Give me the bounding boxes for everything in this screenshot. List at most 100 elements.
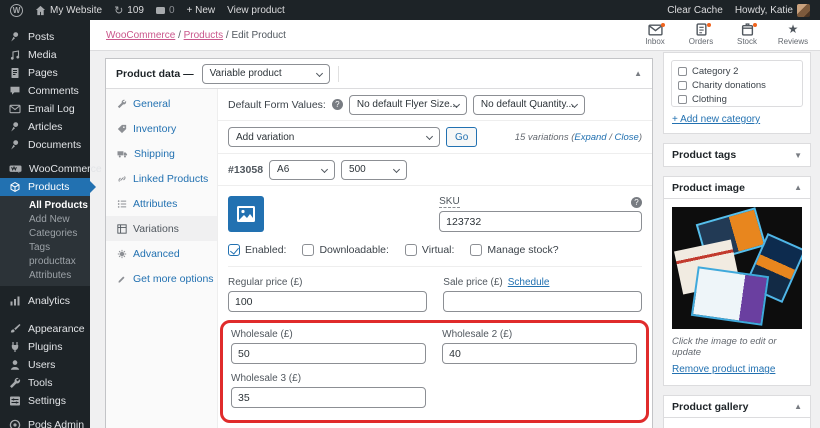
tab-general[interactable]: General xyxy=(106,91,217,116)
regular-price-input[interactable] xyxy=(228,291,427,312)
schedule-link[interactable]: Schedule xyxy=(508,277,550,288)
sidebar-item-woocommerce[interactable]: WooCommerce xyxy=(0,160,102,178)
wholesale-2-input[interactable] xyxy=(442,343,637,364)
category-checkbox-item[interactable]: Clothing xyxy=(678,92,796,106)
chevron-down-icon xyxy=(425,132,434,141)
sidebar-item-users[interactable]: Users xyxy=(0,356,90,374)
sidebar-item-pods-admin[interactable]: Pods Admin xyxy=(0,416,90,428)
sidebar-item-products[interactable]: Products xyxy=(0,178,96,196)
sku-label: SKU xyxy=(439,196,460,208)
close-link[interactable]: Close xyxy=(615,132,639,143)
add-variation-select[interactable]: Add variation xyxy=(228,127,440,147)
activity-inbox-button[interactable]: Inbox xyxy=(636,23,674,46)
brush-icon xyxy=(10,324,21,333)
comments-menu[interactable]: 0 xyxy=(155,5,175,16)
comments-icon xyxy=(155,6,165,14)
submenu-tags[interactable]: Tags xyxy=(0,240,90,254)
sale-price-input[interactable] xyxy=(443,291,642,312)
product-data-panel: Product data — Variable product ▲ Genera… xyxy=(105,58,653,428)
products-icon xyxy=(10,182,20,192)
sidebar-item-comments[interactable]: Comments xyxy=(0,82,90,100)
breadcrumb: WooCommerce / Products / Edit Product xyxy=(106,30,286,41)
sidebar-item-articles[interactable]: Articles xyxy=(0,118,90,136)
tab-get-more-options[interactable]: Get more options xyxy=(106,266,217,291)
category-checkbox-item[interactable]: Category 2 xyxy=(678,64,796,78)
tab-advanced[interactable]: Advanced xyxy=(106,241,217,266)
variation-attribute-1-select[interactable]: A6 xyxy=(269,159,336,180)
wholesale-3-input[interactable] xyxy=(231,387,426,408)
virtual-checkbox[interactable]: Virtual: xyxy=(404,244,454,256)
product-tags-panel: Product tags ▼ xyxy=(663,143,811,167)
submenu-all-products[interactable]: All Products xyxy=(0,198,90,212)
tag-icon xyxy=(117,124,127,133)
updates-menu[interactable]: ↻ 109 xyxy=(114,4,144,17)
tab-linked-products[interactable]: Linked Products xyxy=(106,166,217,191)
list-icon xyxy=(117,199,127,208)
panel-toggle-icon[interactable]: ▲ xyxy=(794,183,802,192)
wordpress-logo-icon[interactable]: W xyxy=(10,3,23,17)
default-attribute-2-select[interactable]: No default Quantity... xyxy=(472,94,585,115)
activity-stock-button[interactable]: Stock xyxy=(728,23,766,46)
updates-icon: ↻ xyxy=(114,4,124,17)
breadcrumb-woocommerce-link[interactable]: WooCommerce xyxy=(106,30,175,41)
sidebar-item-appearance[interactable]: Appearance xyxy=(0,320,90,338)
tab-attributes[interactable]: Attributes xyxy=(106,191,217,216)
checkbox-icon xyxy=(678,80,687,90)
enabled-checkbox[interactable]: Enabled: xyxy=(228,244,286,256)
sidebar-item-email-log[interactable]: Email Log xyxy=(0,100,90,118)
downloadable-checkbox[interactable]: Downloadable: xyxy=(302,244,389,256)
wholesale-3-label: Wholesale 3 (£) xyxy=(231,373,302,384)
regular-price-label: Regular price (£) xyxy=(228,277,303,288)
clear-cache-button[interactable]: Clear Cache xyxy=(667,5,723,16)
sidebar-item-plugins[interactable]: Plugins xyxy=(0,338,90,356)
product-type-select[interactable]: Variable product xyxy=(201,63,330,84)
submenu-producttax[interactable]: producttax xyxy=(0,254,90,268)
submenu-add-new[interactable]: Add New xyxy=(0,212,90,226)
sidebar-item-posts[interactable]: Posts xyxy=(0,28,90,46)
grid-icon xyxy=(117,223,127,234)
sidebar-item-pages[interactable]: Pages xyxy=(0,64,90,82)
product-image-thumbnail[interactable] xyxy=(672,207,802,329)
sku-input[interactable] xyxy=(439,211,642,232)
sidebar-item-documents[interactable]: Documents xyxy=(0,136,90,154)
breadcrumb-current: Edit Product xyxy=(231,30,286,41)
tab-inventory[interactable]: Inventory xyxy=(106,116,217,141)
remove-product-image-link[interactable]: Remove product image xyxy=(672,364,775,375)
activity-reviews-button[interactable]: ★ Reviews xyxy=(774,23,812,47)
image-caption: Click the image to edit or update xyxy=(672,336,777,358)
submenu-attributes[interactable]: Attributes xyxy=(0,268,90,282)
site-name-menu[interactable]: My Website xyxy=(35,5,102,16)
variation-attribute-2-select[interactable]: 500 xyxy=(341,159,408,180)
current-menu-arrow xyxy=(90,181,96,193)
view-product-link[interactable]: View product xyxy=(227,5,285,16)
sidebar-item-settings[interactable]: Settings xyxy=(0,392,90,410)
sidebar-item-tools[interactable]: Tools xyxy=(0,374,90,392)
help-icon[interactable]: ? xyxy=(631,196,642,208)
new-content-menu[interactable]: + New xyxy=(187,5,216,16)
help-icon[interactable]: ? xyxy=(331,99,343,110)
panel-toggle-icon[interactable]: ▼ xyxy=(794,151,802,160)
expand-link[interactable]: Expand xyxy=(574,132,606,143)
submenu-categories[interactable]: Categories xyxy=(0,226,90,240)
breadcrumb-products-link[interactable]: Products xyxy=(184,30,223,41)
category-checkbox-item[interactable]: Charity donations xyxy=(678,78,796,92)
panel-collapse-toggle[interactable]: ▲ xyxy=(634,69,642,78)
go-button[interactable]: Go xyxy=(446,127,478,147)
tab-variations[interactable]: Variations xyxy=(106,216,217,241)
tab-shipping[interactable]: Shipping xyxy=(106,141,217,166)
add-new-category-link[interactable]: + Add new category xyxy=(672,114,760,125)
howdy-account-menu[interactable]: Howdy, Katie xyxy=(735,3,810,17)
sidebar-item-media[interactable]: Media xyxy=(0,46,90,64)
truck-icon xyxy=(117,150,128,158)
wholesale-input[interactable] xyxy=(231,343,426,364)
manage-stock-checkbox[interactable]: Manage stock? xyxy=(470,244,559,256)
default-attribute-1-select[interactable]: No default Flyer Size... xyxy=(348,94,467,115)
activity-orders-button[interactable]: Orders xyxy=(682,23,720,46)
default-form-values-label: Default Form Values: xyxy=(228,98,326,111)
sidebar-item-analytics[interactable]: Analytics xyxy=(0,292,90,310)
variation-image-button[interactable] xyxy=(228,196,264,232)
panel-toggle-icon[interactable]: ▲ xyxy=(794,402,802,411)
wrench-icon xyxy=(117,99,127,108)
comments-icon xyxy=(10,86,20,95)
checkbox-icon xyxy=(678,66,687,76)
